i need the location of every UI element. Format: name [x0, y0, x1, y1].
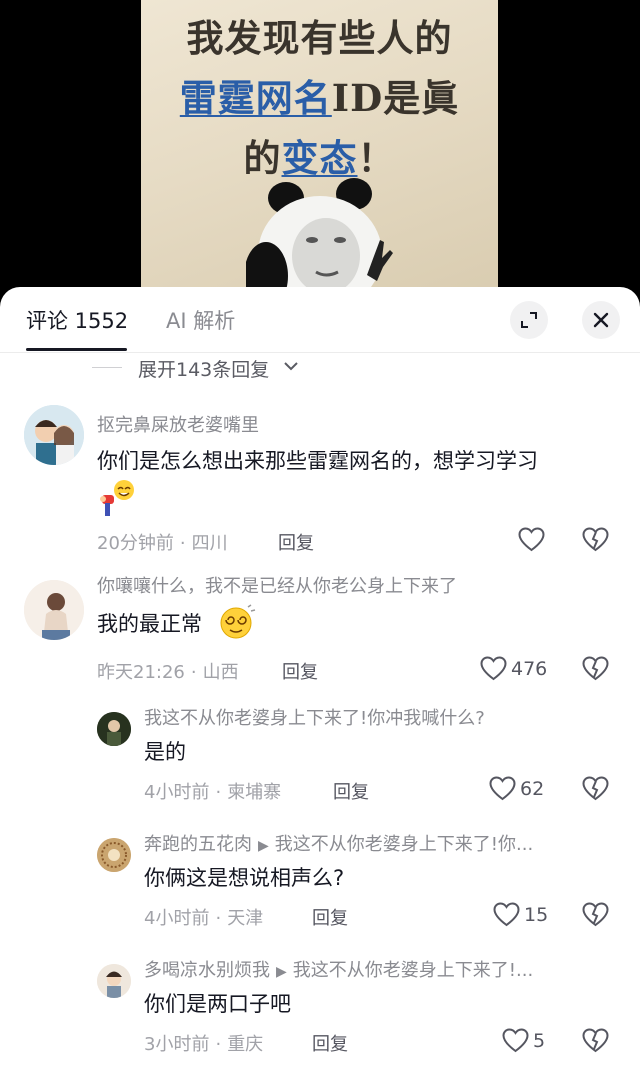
comment-tabs: 评论 1552 AI 解析 — [0, 287, 640, 353]
reply-username[interactable]: 我这不从你老婆身上下来了!你冲我喊什么? — [144, 704, 485, 730]
heart-icon — [489, 776, 516, 801]
comment-text: 我的最正常 — [97, 608, 202, 638]
like-count: 5 — [533, 1029, 546, 1052]
avatar[interactable] — [24, 405, 84, 465]
reply-username-row: 奔跑的五花肉 ▶ 我这不从你老婆身上下来了!你... — [144, 830, 533, 856]
couple-avatar-image — [24, 405, 84, 465]
reply-button[interactable]: 回复 — [312, 904, 348, 930]
comment-panel: 评论 1552 AI 解析 展开143条回复 抠完鼻屎放老婆嘴里 你们是怎么想出… — [0, 287, 640, 1082]
comment-username[interactable]: 你嚷嚷什么，我不是已经从你老公身上下来了 — [97, 572, 457, 598]
tab-comments[interactable]: 评论 1552 — [26, 305, 128, 335]
comment-text: 你们是怎么想出来那些雷霆网名的，想学习学习 — [97, 449, 538, 473]
reply-location: 重庆 — [227, 1034, 264, 1055]
comment-username[interactable]: 抠完鼻屎放老婆嘴里 — [97, 411, 259, 437]
reply-username[interactable]: 奔跑的五花肉 — [144, 834, 252, 855]
reply-arrow-icon: ▶ — [258, 838, 269, 854]
reply-meta: 3小时前 · 重庆 — [144, 1034, 264, 1055]
like-count: 476 — [511, 657, 548, 680]
dislike-icon[interactable] — [582, 776, 609, 801]
reply-location: 柬埔寨 — [227, 782, 282, 803]
reply-time: 3小时前 — [144, 1034, 210, 1055]
expand-panel-button[interactable] — [510, 301, 548, 339]
poster-text: ！ — [357, 136, 396, 180]
reply-button[interactable]: 回复 — [333, 778, 369, 804]
reply-to-username[interactable]: 我这不从你老婆身上下来了!... — [293, 960, 533, 981]
comment-time: 20分钟前 — [97, 533, 174, 554]
comment-meta: 昨天21:26 · 山西 — [97, 662, 239, 683]
expand-replies-label[interactable]: 展开143条回复 — [138, 355, 269, 382]
like-count: 62 — [520, 777, 545, 800]
girl-avatar-image — [24, 580, 84, 640]
expand-icon — [521, 312, 537, 328]
reply-button[interactable]: 回复 — [278, 529, 314, 555]
like-button[interactable]: 476 — [480, 656, 547, 681]
reply-text: 是的 — [144, 740, 186, 764]
reply-avatar-image — [97, 964, 131, 998]
comment-time: 昨天21:26 — [97, 662, 185, 683]
dizzy-emoji-icon — [220, 604, 256, 639]
like-button[interactable] — [518, 527, 549, 552]
heart-icon — [480, 656, 507, 681]
comment-text-body: 我的最正常 — [97, 612, 202, 636]
video-player[interactable]: 我发现有些人的 雷霆网名ID是眞 的变态！ — [0, 0, 640, 300]
comment-meta: 20分钟前 · 四川 — [97, 533, 228, 554]
reply-text: 你们是两口子吧 — [144, 992, 291, 1016]
like-button[interactable]: 5 — [502, 1028, 545, 1053]
divider — [92, 367, 122, 368]
reply-meta: 4小时前 · 柬埔寨 — [144, 782, 282, 803]
comment-location: 山西 — [202, 662, 239, 683]
heart-icon — [518, 527, 545, 552]
reply-arrow-icon: ▶ — [276, 964, 287, 980]
poster-title-line-3: 的变态！ — [141, 128, 498, 182]
reply-to-username[interactable]: 我这不从你老婆身上下来了!你... — [275, 834, 533, 855]
like-button[interactable]: 15 — [493, 902, 548, 927]
dislike-icon[interactable] — [582, 656, 609, 681]
comment-item: 抠完鼻屎放老婆嘴里 你们是怎么想出来那些雷霆网名的，想学习学习 20分钟前 · 四川… — [0, 405, 640, 557]
avatar[interactable] — [24, 580, 84, 640]
reply-item: 我这不从你老婆身上下来了!你冲我喊什么? 是的 4小时前 · 柬埔寨 回复 62 — [0, 708, 640, 816]
reply-time: 4小时前 — [144, 782, 210, 803]
like-count: 15 — [524, 903, 549, 926]
reply-button[interactable]: 回复 — [312, 1030, 348, 1056]
poster-text: ID是眞 — [331, 76, 460, 120]
close-icon — [593, 312, 609, 328]
like-button[interactable]: 62 — [489, 776, 544, 801]
emoji-sticker-icon — [100, 480, 134, 516]
poster-highlight-text: 雷霆网名 — [179, 76, 332, 120]
reply-avatar-image — [97, 838, 131, 872]
comment-item: 你嚷嚷什么，我不是已经从你老公身上下来了 我的最正常 昨天21:26 · 山西 回复… — [0, 576, 640, 690]
reply-location: 天津 — [227, 908, 264, 929]
reply-item: 奔跑的五花肉 ▶ 我这不从你老婆身上下来了!你... 你俩这是想说相声么? 4小时前… — [0, 834, 640, 942]
poster-title-line-1: 我发现有些人的 — [186, 16, 453, 60]
reply-username[interactable]: 多喝凉水别烦我 — [144, 960, 270, 981]
avatar[interactable] — [97, 712, 131, 746]
dislike-icon[interactable] — [582, 902, 609, 927]
reply-meta: 4小时前 · 天津 — [144, 908, 264, 929]
poster-title-line-2: 雷霆网名ID是眞 — [141, 68, 498, 122]
avatar[interactable] — [97, 964, 131, 998]
video-poster: 我发现有些人的 雷霆网名ID是眞 的变态！ — [141, 0, 498, 300]
expand-replies-row[interactable]: 展开143条回复 — [0, 353, 640, 382]
reply-text: 你俩这是想说相声么? — [144, 866, 345, 890]
tab-ai-analysis[interactable]: AI 解析 — [166, 305, 235, 335]
poster-highlight-text: 变态 — [281, 136, 358, 180]
close-button[interactable] — [582, 301, 620, 339]
reply-item: 多喝凉水别烦我 ▶ 我这不从你老婆身上下来了!... 你们是两口子吧 3小时前 · 重庆… — [0, 960, 640, 1068]
reply-username-row: 多喝凉水别烦我 ▶ 我这不从你老婆身上下来了!... — [144, 956, 533, 982]
heart-icon — [502, 1028, 529, 1053]
reply-avatar-image — [97, 712, 131, 746]
panda-meme-image — [246, 178, 393, 300]
reply-time: 4小时前 — [144, 908, 210, 929]
poster-text: 的 — [243, 136, 282, 180]
heart-icon — [493, 902, 520, 927]
dislike-icon[interactable] — [582, 1028, 609, 1053]
chevron-down-icon — [284, 362, 298, 371]
avatar[interactable] — [97, 838, 131, 872]
comment-location: 四川 — [191, 533, 228, 554]
active-tab-indicator — [26, 348, 127, 351]
reply-button[interactable]: 回复 — [282, 658, 318, 684]
dislike-icon[interactable] — [582, 527, 609, 552]
